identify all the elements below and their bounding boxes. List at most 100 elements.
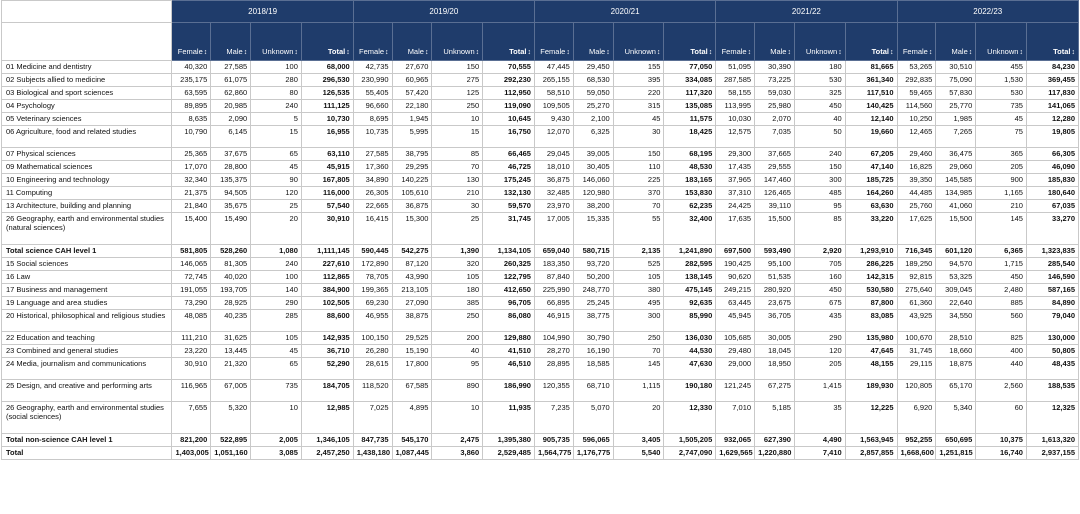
table-row: 26 Geography, earth and environmental st… xyxy=(0,401,1080,434)
value-cell: 59,030 xyxy=(754,86,795,100)
sort-arrows-icon[interactable]: ↕ xyxy=(748,49,752,56)
value-cell: 67,275 xyxy=(754,379,795,402)
value-cell: 66,895 xyxy=(533,296,574,310)
sortable-column-header[interactable]: Total↕ xyxy=(300,22,354,61)
sortable-column-header[interactable]: Female↕ xyxy=(171,22,212,61)
value-cell: 275 xyxy=(431,73,484,87)
sortable-column-header[interactable]: Unknown↕ xyxy=(250,22,302,61)
sort-arrows-icon[interactable]: ↕ xyxy=(606,49,610,56)
sort-arrows-icon[interactable]: ↕ xyxy=(527,49,531,56)
total-cell: 63,110 xyxy=(300,147,354,161)
sortable-column-header[interactable]: Unknown↕ xyxy=(431,22,484,61)
sortable-column-header[interactable]: Total↕ xyxy=(844,22,898,61)
sort-arrows-icon[interactable]: ↕ xyxy=(204,49,208,56)
sortable-column-header[interactable]: Male↕ xyxy=(391,22,433,61)
value-cell: 87,840 xyxy=(533,270,574,284)
sortable-column-header[interactable]: Male↕ xyxy=(210,22,252,61)
table-row: 03 Biological and sport sciences 63,595 62… xyxy=(0,86,1080,100)
value-cell: 41,060 xyxy=(935,199,977,213)
sort-arrows-icon[interactable]: ↕ xyxy=(657,49,661,56)
sort-arrows-icon[interactable]: ↕ xyxy=(476,49,480,56)
value-cell: 309,045 xyxy=(935,283,977,297)
value-cell: 5 xyxy=(250,112,302,126)
value-cell: 26,305 xyxy=(352,186,393,200)
value-cell: 113,995 xyxy=(715,99,756,113)
value-cell: 43,990 xyxy=(391,270,433,284)
sortable-column-header[interactable]: Unknown↕ xyxy=(793,22,846,61)
sortable-column-header[interactable]: Female↕ xyxy=(352,22,393,61)
total-cell: 66,465 xyxy=(482,147,535,161)
value-cell: 126,465 xyxy=(754,186,795,200)
value-cell: 183,350 xyxy=(533,257,574,271)
value-cell: 121,245 xyxy=(715,379,756,402)
sort-arrows-icon[interactable]: ↕ xyxy=(346,49,350,56)
value-cell: 50,200 xyxy=(572,270,614,284)
value-cell: 36,875 xyxy=(391,199,433,213)
sort-arrows-icon[interactable]: ↕ xyxy=(1019,49,1023,56)
value-cell: 28,270 xyxy=(533,344,574,358)
value-cell: 5,540 xyxy=(612,446,665,460)
subject-cell: 09 Mathematical sciences xyxy=(0,160,173,174)
sort-arrows-icon[interactable]: ↕ xyxy=(929,49,933,56)
sort-arrows-icon[interactable]: ↕ xyxy=(787,49,791,56)
value-cell: 40,320 xyxy=(171,60,212,74)
sort-arrows-icon[interactable]: ↕ xyxy=(566,49,570,56)
sortable-column-header[interactable]: Female↕ xyxy=(533,22,574,61)
sort-arrows-icon[interactable]: ↕ xyxy=(709,49,713,56)
column-label: Total xyxy=(871,47,890,56)
sort-arrows-icon[interactable]: ↕ xyxy=(294,49,298,56)
subject-cell: 19 Language and area studies xyxy=(0,296,173,310)
total-cell: 102,505 xyxy=(300,296,354,310)
sort-arrows-icon[interactable]: ↕ xyxy=(425,49,429,56)
sortable-column-header[interactable]: Total↕ xyxy=(663,22,717,61)
value-cell: 172,890 xyxy=(352,257,393,271)
sortable-column-header[interactable]: Total↕ xyxy=(1025,22,1080,61)
sortable-column-header[interactable]: Total↕ xyxy=(482,22,535,61)
value-cell: 21,375 xyxy=(171,186,212,200)
value-cell: 10,735 xyxy=(352,125,393,148)
total-cell: 12,985 xyxy=(300,401,354,434)
subject-cell: Total science CAH level 1 xyxy=(0,244,173,258)
total-cell: 2,529,485 xyxy=(482,446,535,460)
value-cell: 10,030 xyxy=(715,112,756,126)
total-cell: 186,990 xyxy=(482,379,535,402)
sortable-column-header[interactable]: Unknown↕ xyxy=(975,22,1027,61)
value-cell: 7,035 xyxy=(754,125,795,148)
value-cell: 18,660 xyxy=(935,344,977,358)
sort-arrows-icon[interactable]: ↕ xyxy=(1072,49,1076,56)
value-cell: 12,575 xyxy=(715,125,756,148)
subject-cell: 25 Design, and creative and performing a… xyxy=(0,379,173,402)
value-cell: 58,155 xyxy=(715,86,756,100)
value-cell: 240 xyxy=(250,257,302,271)
value-cell: 9,430 xyxy=(533,112,574,126)
total-cell: 1,563,945 xyxy=(844,433,898,447)
total-cell: 18,425 xyxy=(663,125,717,148)
total-cell: 136,030 xyxy=(663,331,717,345)
column-label: Male xyxy=(588,47,606,56)
sort-arrows-icon[interactable]: ↕ xyxy=(890,49,894,56)
subject-cell: 15 Social sciences xyxy=(0,257,173,271)
sort-arrows-icon[interactable]: ↕ xyxy=(969,49,973,56)
total-cell: 1,293,910 xyxy=(844,244,898,258)
sortable-column-header[interactable]: Unknown↕ xyxy=(612,22,665,61)
sortable-column-header[interactable]: Male↕ xyxy=(935,22,977,61)
value-cell: 7,010 xyxy=(715,401,756,434)
sort-arrows-icon[interactable]: ↕ xyxy=(244,49,248,56)
sort-arrows-icon[interactable]: ↕ xyxy=(838,49,842,56)
value-cell: 180 xyxy=(793,60,846,74)
sort-arrows-icon[interactable]: ↕ xyxy=(385,49,389,56)
value-cell: 96,660 xyxy=(352,99,393,113)
total-cell: 79,040 xyxy=(1025,309,1080,332)
value-cell: 61,075 xyxy=(210,73,252,87)
value-cell: 220 xyxy=(612,86,665,100)
sortable-column-header[interactable]: Female↕ xyxy=(715,22,756,61)
table-row: 26 Geography, earth and environmental st… xyxy=(0,212,1080,245)
sortable-column-header[interactable]: Male↕ xyxy=(754,22,795,61)
sortable-column-header[interactable]: Female↕ xyxy=(896,22,937,61)
value-cell: 31,625 xyxy=(210,331,252,345)
total-cell: 116,000 xyxy=(300,186,354,200)
sortable-column-header[interactable]: Male↕ xyxy=(572,22,614,61)
table-row: 24 Media, journalism and communications 3… xyxy=(0,357,1080,380)
column-label: Total xyxy=(327,47,346,56)
total-cell: 1,505,205 xyxy=(663,433,717,447)
